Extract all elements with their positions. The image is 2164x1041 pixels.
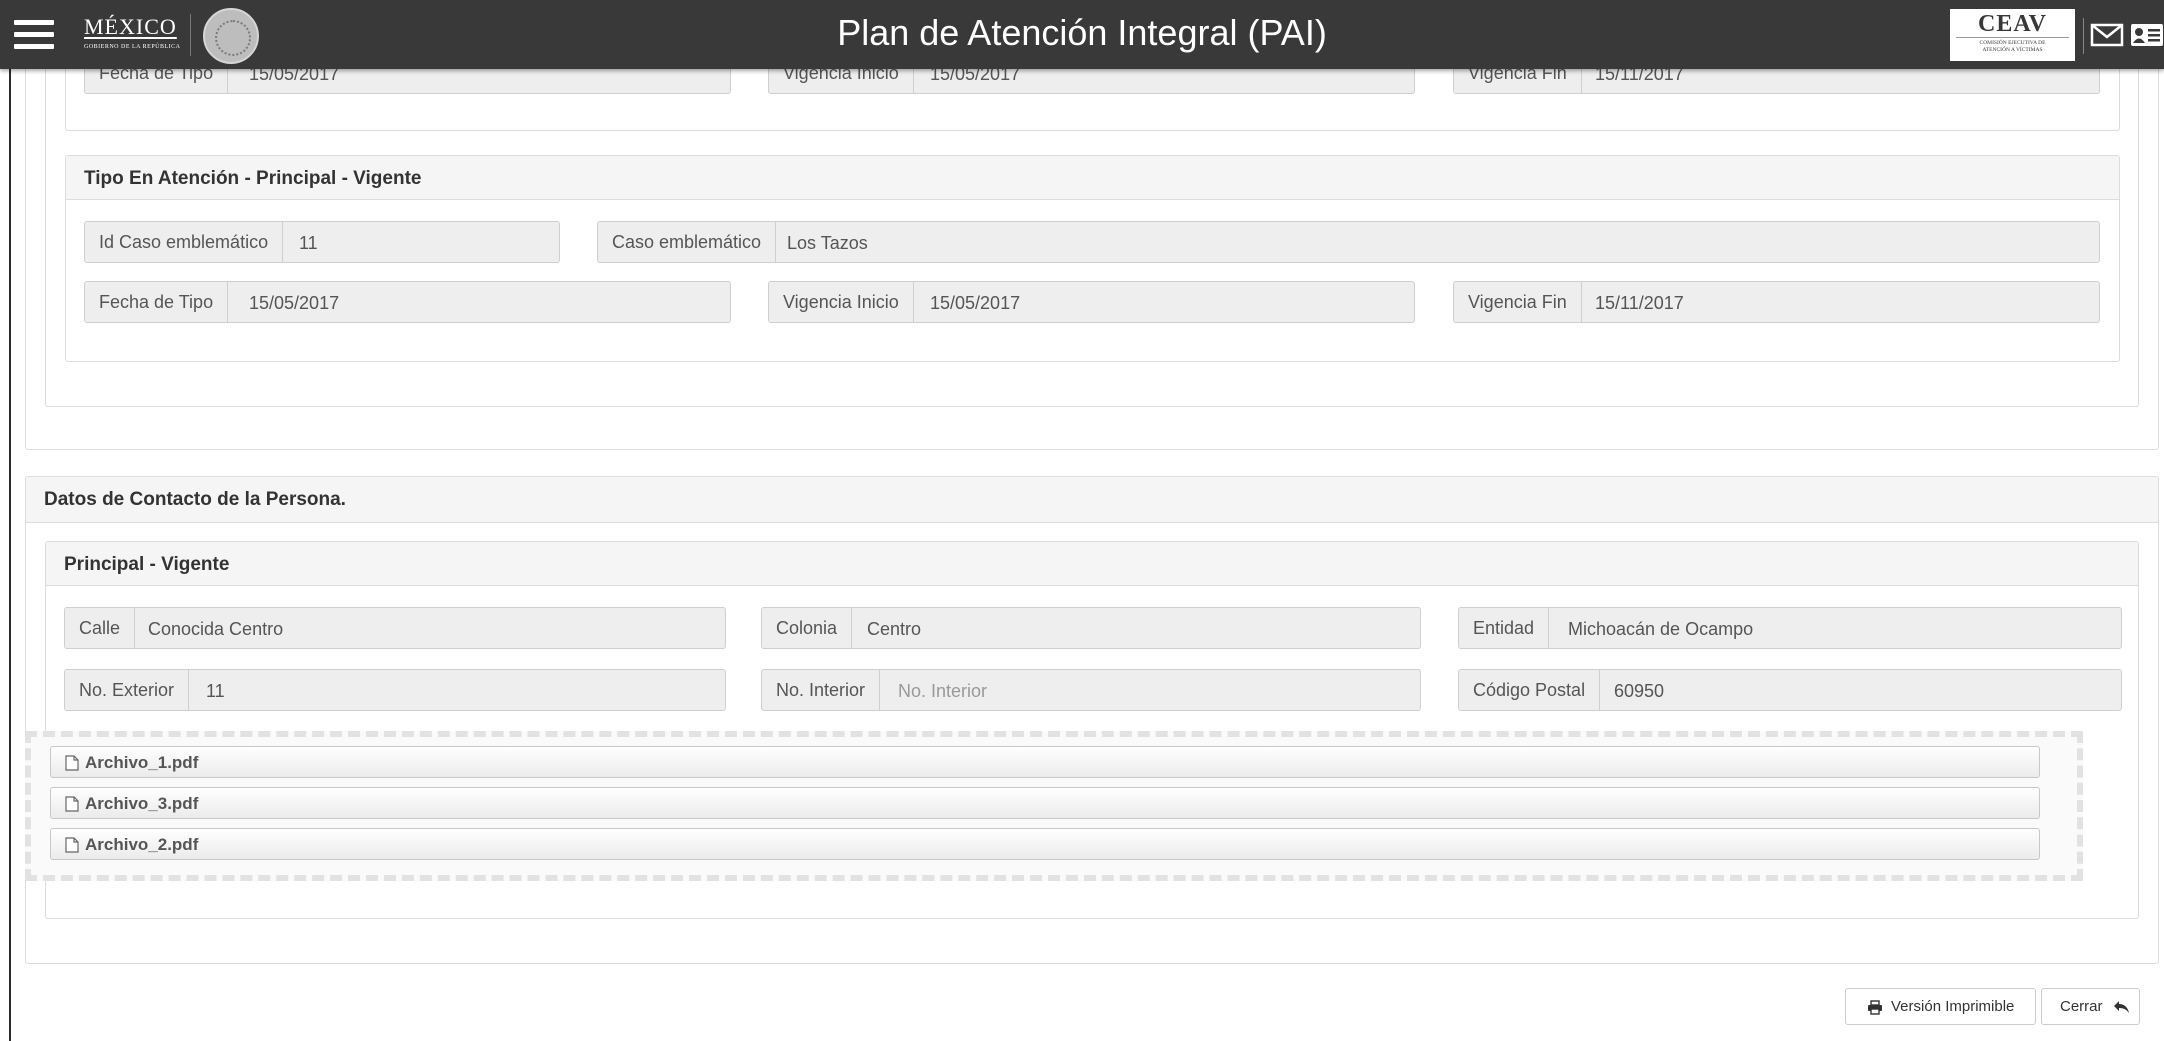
header-divider — [2083, 18, 2084, 54]
file-icon — [65, 755, 79, 771]
colonia-field: Colonia Centro — [761, 607, 1421, 649]
caso-emblematico-value: Los Tazos — [787, 233, 868, 253]
tipo-atencion-heading: Tipo En Atención - Principal - Vigente — [66, 156, 2119, 200]
calle-label: Calle — [65, 608, 136, 648]
entidad-label: Entidad — [1459, 608, 1550, 648]
codigo-postal-value: 60950 — [1614, 681, 1665, 701]
ceav-logo: CEAV COMISIÓN EJECUTIVA DE ATENCIÓN A VÍ… — [1950, 9, 2075, 61]
page-left-border — [9, 69, 11, 1041]
calle-field: Calle Conocida Centro — [64, 607, 726, 649]
colonia-value: Centro — [867, 619, 922, 639]
vigencia-inicio-value: 15/05/2017 — [930, 293, 1021, 313]
entidad-field: Entidad Michoacán de Ocampo — [1458, 607, 2122, 649]
file-name: Archivo_2.pdf — [85, 835, 199, 854]
contacto-principal-heading-text: Principal - Vigente — [64, 554, 230, 575]
tipo-atencion-heading-text: Tipo En Atención - Principal - Vigente — [84, 168, 422, 189]
tipo-atencion-panel: Tipo En Atención - Principal - Vigente I… — [65, 155, 2120, 362]
mexico-logo-subtitle: GOBIERNO DE LA REPÚBLICA — [84, 44, 181, 50]
file-icon — [65, 796, 79, 812]
mexico-logo-text: MÉXICO — [84, 14, 177, 39]
vigencia-inicio-field: Vigencia Inicio 15/05/2017 — [768, 281, 1415, 323]
ceav-subtitle-line-2: ATENCIÓN A VÍCTIMAS — [1982, 47, 2043, 53]
colonia-label: Colonia — [762, 608, 853, 648]
no-exterior-field: No. Exterior 11 — [64, 669, 726, 711]
id-caso-label: Id Caso emblemático — [85, 222, 284, 262]
caso-emblematico-field: Caso emblemático Los Tazos — [597, 221, 2100, 263]
menu-icon[interactable] — [14, 18, 58, 52]
ceav-logo-subtitle: COMISIÓN EJECUTIVA DE ATENCIÓN A VÍCTIMA… — [1956, 37, 2069, 54]
user-card-icon[interactable] — [2130, 22, 2164, 48]
page-title: Plan de Atención Integral (PAI) — [837, 12, 1327, 53]
no-interior-label: No. Interior — [762, 670, 881, 710]
fecha-tipo-field: Fecha de Tipo 15/05/2017 — [84, 281, 731, 323]
top-header: MÉXICO GOBIERNO DE LA REPÚBLICA Plan de … — [0, 0, 2164, 69]
vigencia-inicio-label: Vigencia Inicio — [769, 282, 914, 322]
printer-icon — [1868, 1000, 1882, 1015]
file-name: Archivo_3.pdf — [85, 794, 199, 813]
ceav-logo-text: CEAV — [1978, 11, 2047, 37]
fecha-tipo-label: Fecha de Tipo — [85, 282, 229, 322]
reply-icon — [2114, 1001, 2129, 1013]
print-version-button[interactable]: Versión Imprimible — [1845, 988, 2036, 1025]
seal-icon — [203, 8, 259, 64]
contacto-heading: Datos de Contacto de la Persona. — [26, 477, 2158, 523]
file-item[interactable]: Archivo_2.pdf — [50, 828, 2040, 860]
entidad-value: Michoacán de Ocampo — [1568, 619, 1754, 639]
file-name: Archivo_1.pdf — [85, 753, 199, 772]
ceav-subtitle-line-1: COMISIÓN EJECUTIVA DE — [1979, 40, 2046, 46]
contacto-principal-heading: Principal - Vigente — [46, 542, 2138, 586]
print-version-label: Versión Imprimible — [1891, 998, 2015, 1015]
no-interior-input[interactable]: No. Interior — [883, 670, 1420, 710]
close-label: Cerrar — [2060, 998, 2103, 1015]
no-interior-field[interactable]: No. Interior No. Interior — [761, 669, 1421, 711]
contacto-heading-text: Datos de Contacto de la Persona. — [44, 489, 346, 510]
fecha-tipo-value: 15/05/2017 — [249, 293, 340, 313]
file-item[interactable]: Archivo_3.pdf — [50, 787, 2040, 819]
caso-emblematico-label: Caso emblemático — [598, 222, 777, 262]
id-caso-value: 11 — [299, 233, 318, 253]
vigencia-fin-value: 15/11/2017 — [1595, 293, 1684, 313]
close-button[interactable]: Cerrar — [2041, 988, 2140, 1025]
codigo-postal-label: Código Postal — [1459, 670, 1601, 710]
mail-icon[interactable] — [2090, 22, 2124, 48]
codigo-postal-field: Código Postal 60950 — [1458, 669, 2122, 711]
calle-value: Conocida Centro — [148, 619, 284, 639]
vigencia-fin-field: Vigencia Fin 15/11/2017 — [1453, 281, 2100, 323]
no-exterior-value: 11 — [206, 681, 225, 701]
mexico-logo: MÉXICO GOBIERNO DE LA REPÚBLICA — [84, 14, 181, 50]
no-exterior-label: No. Exterior — [65, 670, 190, 710]
header-divider — [190, 14, 191, 56]
vigencia-fin-label: Vigencia Fin — [1454, 282, 1582, 322]
file-icon — [65, 837, 79, 853]
id-caso-field: Id Caso emblemático 11 — [84, 221, 560, 263]
file-item[interactable]: Archivo_1.pdf — [50, 746, 2040, 778]
